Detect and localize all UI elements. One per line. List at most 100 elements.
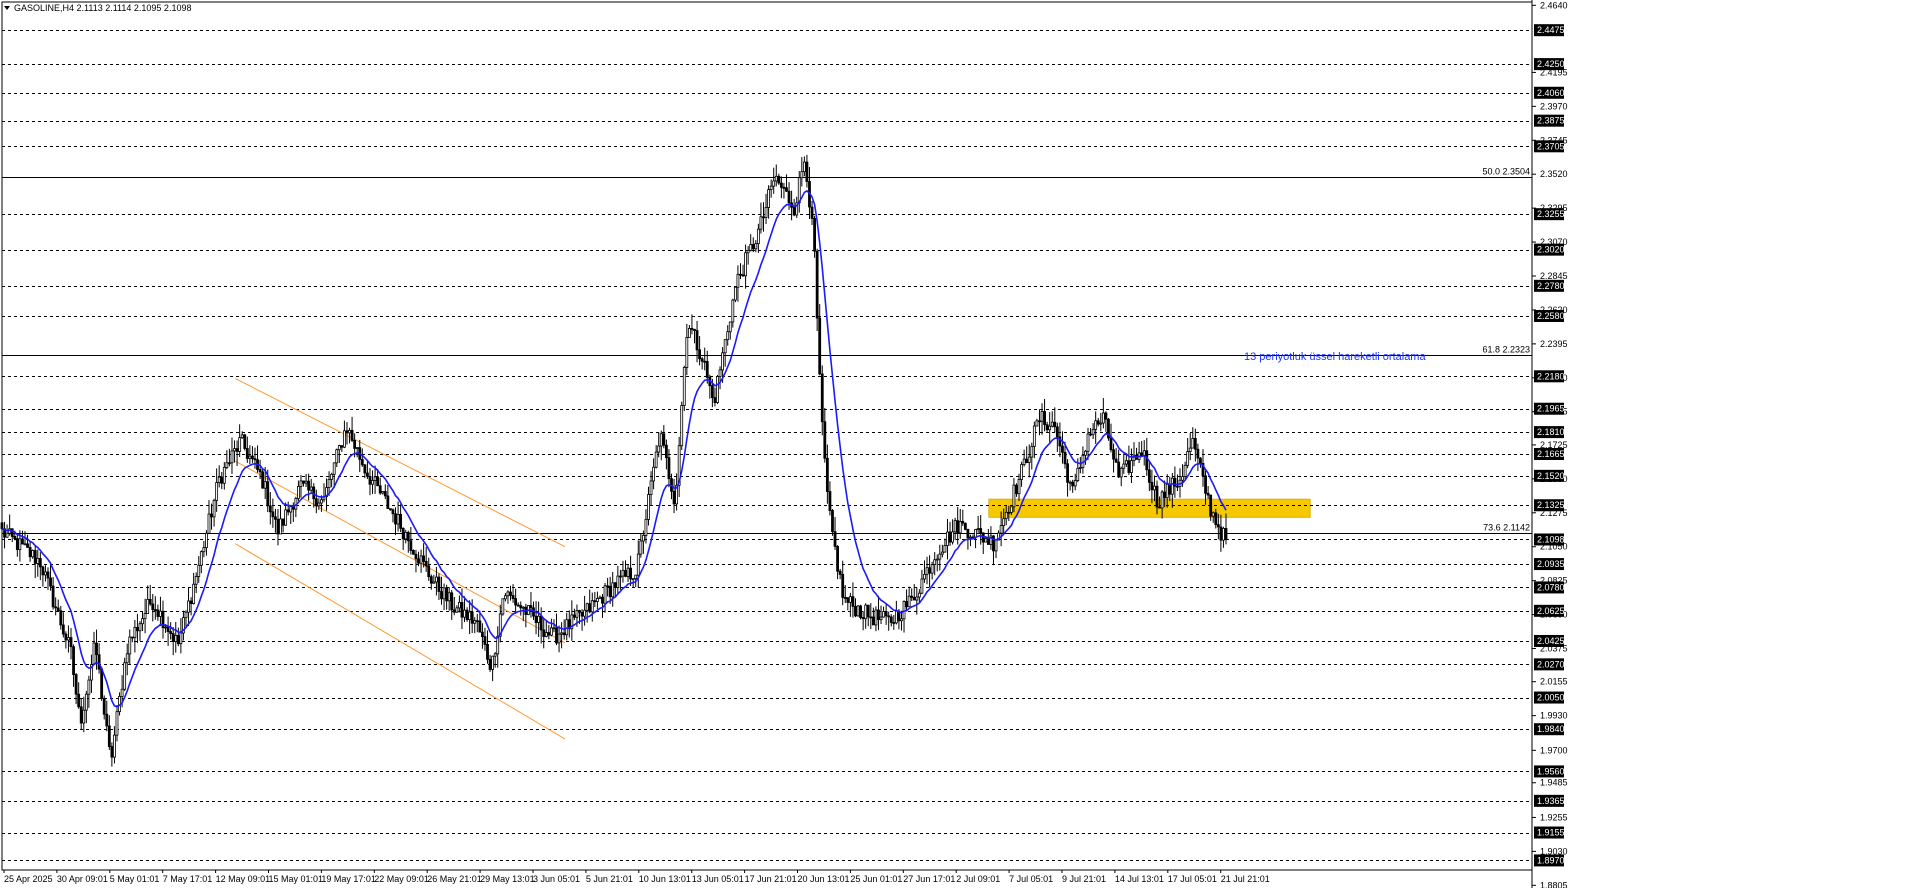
candle-body bbox=[151, 603, 155, 610]
candle bbox=[1048, 412, 1052, 443]
x-tick-label: 3 Jun 05:01 bbox=[533, 874, 580, 884]
candle-body bbox=[41, 566, 45, 576]
candle-body bbox=[386, 495, 390, 510]
candle bbox=[1147, 462, 1151, 492]
candle-body bbox=[1007, 511, 1011, 514]
candle-body bbox=[549, 627, 553, 636]
candle-body bbox=[838, 570, 842, 575]
candle-body bbox=[506, 591, 510, 597]
candle-body bbox=[871, 616, 875, 626]
candle bbox=[381, 491, 385, 495]
candle bbox=[28, 542, 32, 562]
candle-body bbox=[938, 553, 942, 560]
candle-body bbox=[302, 480, 305, 484]
candle-body bbox=[1155, 485, 1159, 508]
candle bbox=[432, 574, 436, 584]
candle-body bbox=[969, 536, 972, 539]
candle-body bbox=[713, 397, 717, 404]
x-tick-label: 5 May 01:01 bbox=[110, 874, 160, 884]
candle-body bbox=[38, 558, 42, 568]
candle bbox=[887, 611, 891, 631]
candle-body bbox=[373, 476, 377, 481]
candle bbox=[1053, 407, 1057, 433]
candle bbox=[713, 387, 717, 407]
candle-body bbox=[716, 376, 719, 404]
price-chart[interactable]: GASOLINE,H4 2.1113 2.1114 2.1095 2.1098 5… bbox=[0, 0, 1916, 888]
candle-body bbox=[1160, 491, 1164, 509]
candle-body bbox=[560, 632, 564, 635]
candle bbox=[176, 627, 180, 647]
candle-body bbox=[1193, 438, 1197, 450]
x-tick-label: 5 Jun 21:01 bbox=[586, 874, 633, 884]
candle-body bbox=[120, 688, 124, 697]
candle-body bbox=[1099, 422, 1103, 425]
candle-body bbox=[417, 558, 420, 564]
candle bbox=[8, 514, 12, 536]
candle bbox=[1099, 412, 1103, 432]
candle bbox=[220, 471, 224, 490]
candle bbox=[664, 439, 668, 470]
candle bbox=[1022, 449, 1026, 467]
candle-body bbox=[841, 573, 845, 598]
candle-body bbox=[299, 480, 303, 487]
candle-body bbox=[1063, 451, 1067, 465]
candle-body bbox=[432, 581, 436, 584]
x-tick-label: 26 May 21:01 bbox=[427, 874, 482, 884]
candle bbox=[294, 496, 298, 518]
candle-body bbox=[353, 439, 357, 449]
candle-body bbox=[304, 480, 308, 484]
candle-body bbox=[1053, 421, 1057, 428]
candle bbox=[787, 182, 791, 210]
candle-body bbox=[253, 458, 257, 461]
candle bbox=[491, 655, 495, 682]
candle-body bbox=[846, 597, 850, 603]
candle bbox=[746, 246, 750, 265]
candle-body bbox=[1130, 460, 1133, 473]
candle bbox=[148, 584, 152, 606]
candle bbox=[113, 726, 116, 764]
candle-body bbox=[629, 567, 633, 580]
candle-body bbox=[491, 655, 495, 670]
candle bbox=[1193, 428, 1197, 462]
candle bbox=[238, 424, 242, 458]
candle-body bbox=[657, 445, 661, 453]
level-label-text: 2.3255 bbox=[1537, 209, 1565, 219]
candle bbox=[281, 518, 285, 533]
candle bbox=[1061, 431, 1064, 464]
candle-body bbox=[1165, 483, 1169, 499]
candle-body bbox=[1150, 481, 1154, 491]
candle-body bbox=[710, 385, 714, 399]
candle-body bbox=[1009, 506, 1013, 513]
candle bbox=[1112, 443, 1115, 473]
candle-body bbox=[1045, 424, 1049, 431]
candle bbox=[69, 628, 73, 660]
candle bbox=[910, 588, 914, 602]
candle-body bbox=[935, 558, 939, 561]
candle-body bbox=[1117, 461, 1121, 478]
candle-body bbox=[907, 595, 911, 608]
candle-body bbox=[366, 472, 369, 477]
candle bbox=[777, 173, 781, 185]
candle-body bbox=[233, 448, 236, 452]
candle-body bbox=[77, 693, 81, 708]
candle-body bbox=[210, 513, 213, 518]
candle-body bbox=[475, 620, 479, 623]
candle-body bbox=[831, 510, 834, 533]
candle-body bbox=[861, 617, 865, 620]
candle-body bbox=[332, 462, 336, 475]
candle bbox=[874, 606, 878, 632]
candle bbox=[549, 618, 553, 637]
y-tick-label: 2.2845 bbox=[1540, 271, 1568, 281]
candle-body bbox=[286, 509, 290, 513]
candle bbox=[49, 564, 52, 591]
candle-body bbox=[1022, 458, 1026, 465]
candle bbox=[636, 540, 640, 588]
candle bbox=[519, 601, 523, 616]
level-label-text: 2.1098 bbox=[1537, 534, 1565, 544]
candle-body bbox=[169, 631, 173, 634]
candle bbox=[202, 541, 206, 558]
candle-body bbox=[110, 746, 114, 758]
candle bbox=[1091, 423, 1095, 439]
candle bbox=[74, 673, 78, 705]
candle-body bbox=[455, 607, 459, 613]
